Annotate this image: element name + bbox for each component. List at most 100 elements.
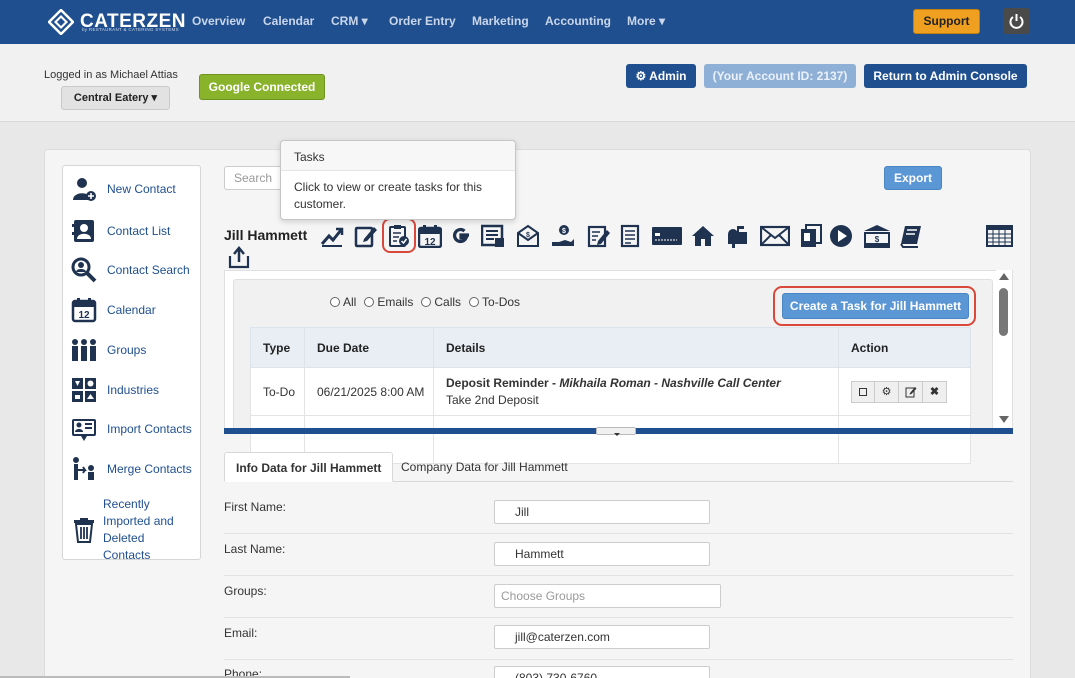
- task-actions: ⚙ ✖: [838, 367, 971, 416]
- toolbar-contract-edit-icon[interactable]: [587, 224, 611, 248]
- tasks-table-header: Type Due Date Details Action: [250, 327, 971, 368]
- sidebar-item-groups[interactable]: Groups: [71, 337, 199, 363]
- merge-contacts-icon: [71, 456, 97, 482]
- toolbar-files-icon[interactable]: [799, 224, 823, 248]
- filter-all-label: All: [343, 295, 357, 309]
- support-button[interactable]: Support: [913, 9, 980, 34]
- resize-handle[interactable]: [596, 427, 636, 436]
- toolbar-calendar-icon[interactable]: 12: [417, 224, 443, 249]
- phone-field[interactable]: (803) 730-6760: [494, 666, 710, 678]
- column-header-details[interactable]: Details: [433, 327, 839, 368]
- location-dropdown[interactable]: Central Eatery ▾: [61, 86, 170, 110]
- toolbar-bank-icon[interactable]: $: [863, 224, 891, 248]
- gear-icon: ⚙: [881, 386, 892, 398]
- sidebar-item-calendar[interactable]: 12 Calendar: [71, 297, 199, 323]
- task-filter-group: All Emails Calls To-Dos: [330, 295, 528, 309]
- edit-icon: [905, 386, 916, 397]
- tab-company-data[interactable]: Company Data for Jill Hammett: [390, 452, 579, 482]
- export-button[interactable]: Export: [884, 166, 942, 190]
- scroll-down-arrow-icon[interactable]: [999, 416, 1009, 423]
- sidebar-item-merge-contacts[interactable]: Merge Contacts: [71, 456, 199, 482]
- sidebar-item-contact-search[interactable]: Contact Search: [71, 257, 199, 283]
- tooltip-body: Click to view or create tasks for this c…: [294, 180, 483, 211]
- sidebar-item-label: New Contact: [107, 181, 176, 196]
- table-row[interactable]: To-Do 06/21/2025 8:00 AM Deposit Reminde…: [250, 367, 971, 416]
- toolbar-grid-report-icon[interactable]: [986, 224, 1013, 248]
- nav-overview[interactable]: Overview: [192, 14, 245, 28]
- scroll-up-arrow-icon[interactable]: [999, 273, 1009, 280]
- nav-crm[interactable]: CRM ▾: [331, 14, 368, 28]
- filter-emails-label: Emails: [377, 295, 414, 309]
- filter-emails-radio[interactable]: [364, 297, 375, 307]
- contact-name-heading: Jill Hammett: [224, 227, 308, 243]
- toolbar-mailbox-icon[interactable]: [725, 224, 749, 248]
- toolbar-home-icon[interactable]: [691, 224, 715, 248]
- scrollbar-thumb[interactable]: [999, 288, 1008, 336]
- svg-text:12: 12: [424, 237, 436, 248]
- tasks-table: Type Due Date Details Action To-Do 06/21…: [250, 327, 971, 464]
- task-settings-button[interactable]: ⚙: [875, 380, 899, 403]
- toolbar-play-icon[interactable]: [829, 224, 853, 248]
- form-row-last-name: Last Name: Hammett: [224, 534, 1013, 576]
- tooltip-title: Tasks: [281, 141, 515, 171]
- contact-search-icon: [71, 257, 97, 283]
- crm-sidebar: New Contact Contact List Contact Search …: [62, 165, 201, 562]
- toolbar-document-icon[interactable]: [618, 224, 642, 248]
- top-navbar: CATERZEN by RESTAURANT & CATERING SYSTEM…: [0, 0, 1075, 44]
- first-name-label: First Name:: [224, 500, 287, 514]
- account-header: Logged in as Michael Attias Central Eate…: [0, 44, 1075, 122]
- form-row-groups: Groups: Choose Groups: [224, 576, 1013, 618]
- toolbar-sales-trend-icon[interactable]: [320, 224, 344, 248]
- logout-button[interactable]: [1003, 8, 1030, 34]
- google-connected-button[interactable]: Google Connected: [199, 74, 325, 100]
- return-admin-console-button[interactable]: Return to Admin Console: [864, 64, 1027, 88]
- nav-calendar[interactable]: Calendar: [263, 14, 314, 28]
- toolbar-book-icon[interactable]: [899, 224, 923, 248]
- task-edit-button[interactable]: [899, 380, 923, 403]
- sidebar-item-label: Industries: [107, 382, 160, 397]
- task-delete-button[interactable]: ✖: [923, 380, 947, 403]
- contact-search-input[interactable]: Search: [224, 166, 284, 190]
- filter-calls-radio[interactable]: [421, 297, 432, 307]
- nav-order-entry[interactable]: Order Entry: [389, 14, 456, 28]
- form-row-email: Email: jill@caterzen.com: [224, 618, 1013, 660]
- toolbar-google-icon[interactable]: [449, 224, 473, 248]
- toolbar-email-money-icon[interactable]: $: [516, 224, 540, 248]
- toolbar-invoice-icon[interactable]: [480, 224, 505, 248]
- groups-icon: [71, 337, 97, 363]
- close-icon: ✖: [929, 386, 940, 398]
- groups-select[interactable]: Choose Groups: [494, 584, 721, 608]
- column-header-due-date[interactable]: Due Date: [304, 327, 434, 368]
- column-header-type[interactable]: Type: [250, 327, 305, 368]
- logged-in-text: Logged in as Michael Attias: [44, 69, 178, 81]
- task-details: Deposit Reminder - Mikhaila Roman - Nash…: [433, 367, 839, 416]
- svg-text:$: $: [562, 228, 566, 235]
- task-assignee: Mikhaila Roman - Nashville Call Center: [559, 376, 781, 390]
- nav-accounting[interactable]: Accounting: [545, 14, 611, 28]
- email-field[interactable]: jill@caterzen.com: [494, 625, 710, 649]
- toolbar-credit-card-icon[interactable]: [652, 224, 682, 248]
- sidebar-item-industries[interactable]: Industries: [71, 377, 199, 403]
- nav-marketing[interactable]: Marketing: [472, 14, 529, 28]
- complete-checkbox-button[interactable]: [851, 380, 875, 403]
- toolbar-edit-note-icon[interactable]: [354, 224, 378, 248]
- sidebar-item-import-contacts[interactable]: Import Contacts: [71, 416, 199, 442]
- sidebar-item-contact-list[interactable]: Contact List: [71, 218, 199, 244]
- filter-todos-radio[interactable]: [469, 297, 480, 307]
- nav-more[interactable]: More ▾: [627, 14, 665, 28]
- admin-button[interactable]: ⚙ Admin: [626, 64, 696, 88]
- account-id-badge: (Your Account ID: 2137): [704, 64, 856, 88]
- toolbar-payment-hand-icon[interactable]: $: [551, 224, 575, 248]
- contact-list-icon: [71, 218, 97, 244]
- last-name-field[interactable]: Hammett: [494, 542, 710, 566]
- filter-all-radio[interactable]: [330, 297, 340, 307]
- filter-calls-label: Calls: [434, 295, 462, 309]
- sidebar-item-new-contact[interactable]: New Contact: [71, 176, 199, 202]
- toolbar-email-icon[interactable]: [759, 224, 791, 248]
- email-label: Email:: [224, 626, 258, 640]
- first-name-field[interactable]: Jill: [494, 500, 710, 524]
- new-contact-icon: [71, 176, 97, 202]
- tab-info-data[interactable]: Info Data for Jill Hammett: [224, 452, 394, 482]
- sidebar-item-recently-imported-deleted[interactable]: Recently Imported and Deleted Contacts: [71, 496, 199, 564]
- toolbar-share-icon[interactable]: [227, 246, 251, 270]
